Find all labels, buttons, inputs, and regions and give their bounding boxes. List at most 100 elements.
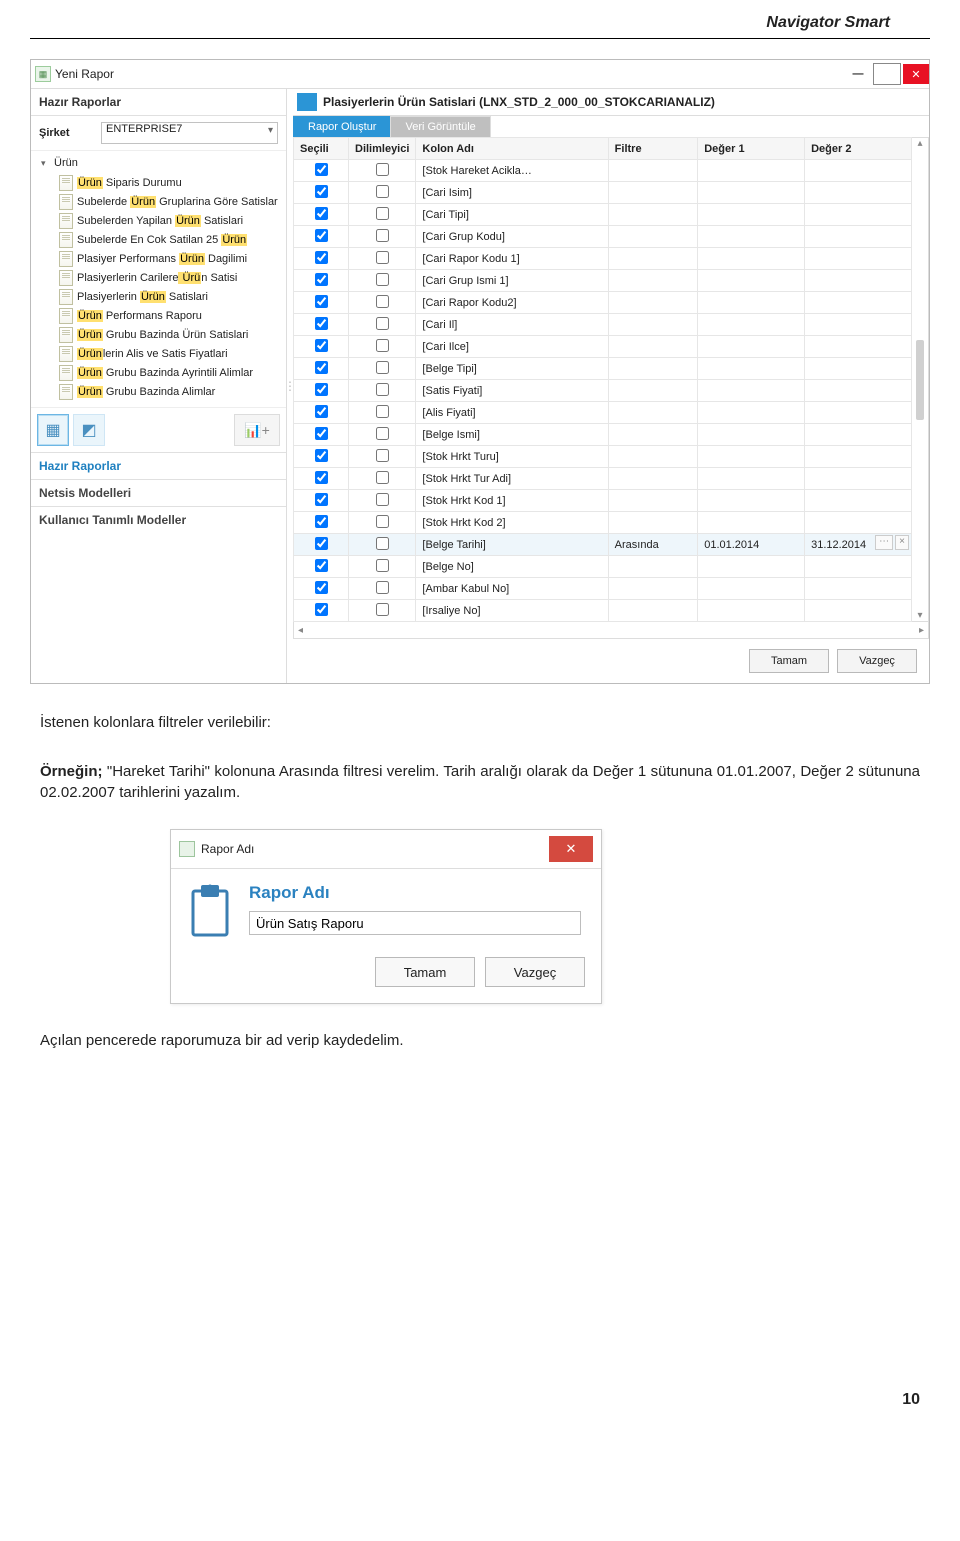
grid-row[interactable]: [Ambar Kabul No]: [294, 578, 912, 600]
filtre-cell[interactable]: [608, 490, 698, 512]
secili-checkbox[interactable]: [315, 229, 328, 242]
dialog-vazgec-button[interactable]: Vazgeç: [485, 957, 585, 987]
grid-row[interactable]: [Stok Hrkt Kod 1]: [294, 490, 912, 512]
deger2-cell[interactable]: [805, 336, 912, 358]
dilimleyici-checkbox[interactable]: [376, 559, 389, 572]
pivot-view-button[interactable]: ◩: [73, 414, 105, 446]
filtre-cell[interactable]: [608, 270, 698, 292]
deger2-cell[interactable]: [805, 556, 912, 578]
filtre-cell[interactable]: [608, 424, 698, 446]
deger1-cell[interactable]: [698, 182, 805, 204]
rapor-adi-input[interactable]: [249, 911, 581, 935]
deger2-cell[interactable]: [805, 270, 912, 292]
deger1-cell[interactable]: [698, 314, 805, 336]
deger1-cell[interactable]: [698, 446, 805, 468]
deger2-cell[interactable]: [805, 292, 912, 314]
accordion-kullanici[interactable]: Kullanıcı Tanımlı Modeller: [31, 507, 286, 533]
tree-item[interactable]: Ürünlerin Alis ve Satis Fiyatlari: [59, 344, 280, 363]
filtre-cell[interactable]: [608, 314, 698, 336]
secili-checkbox[interactable]: [315, 537, 328, 550]
deger1-cell[interactable]: [698, 160, 805, 182]
secili-checkbox[interactable]: [315, 493, 328, 506]
deger1-cell[interactable]: [698, 424, 805, 446]
dilimleyici-checkbox[interactable]: [376, 317, 389, 330]
grid-row[interactable]: [Cari Grup Ismi 1]: [294, 270, 912, 292]
deger2-cell[interactable]: [805, 160, 912, 182]
deger2-cell[interactable]: [805, 490, 912, 512]
deger2-cell[interactable]: [805, 600, 912, 622]
secili-checkbox[interactable]: [315, 383, 328, 396]
secili-checkbox[interactable]: [315, 515, 328, 528]
filtre-cell[interactable]: [608, 512, 698, 534]
tab-veri-goruntule[interactable]: Veri Görüntüle: [390, 116, 490, 137]
dilimleyici-checkbox[interactable]: [376, 383, 389, 396]
grid-row[interactable]: [Cari Isim]: [294, 182, 912, 204]
filtre-cell[interactable]: [608, 204, 698, 226]
deger2-cell[interactable]: [805, 446, 912, 468]
deger1-cell[interactable]: [698, 578, 805, 600]
grid-row[interactable]: [Cari Ilce]: [294, 336, 912, 358]
tree-item[interactable]: Subelerde En Cok Satilan 25 Ürün: [59, 230, 280, 249]
filtre-cell[interactable]: [608, 380, 698, 402]
tree-item[interactable]: Plasiyer Performans Ürün Dagilimi: [59, 249, 280, 268]
secili-checkbox[interactable]: [315, 471, 328, 484]
tree-item[interactable]: Ürün Performans Raporu: [59, 306, 280, 325]
deger2-cell[interactable]: [805, 512, 912, 534]
dilimleyici-checkbox[interactable]: [376, 603, 389, 616]
filtre-cell[interactable]: [608, 556, 698, 578]
deger1-cell[interactable]: [698, 336, 805, 358]
secili-checkbox[interactable]: [315, 405, 328, 418]
dilimleyici-checkbox[interactable]: [376, 493, 389, 506]
grid-row[interactable]: [Cari Il]: [294, 314, 912, 336]
vertical-scrollbar[interactable]: ▴▾: [912, 137, 929, 622]
deger2-cell[interactable]: [805, 424, 912, 446]
deger1-cell[interactable]: [698, 292, 805, 314]
secili-checkbox[interactable]: [315, 603, 328, 616]
deger2-cell[interactable]: [805, 380, 912, 402]
deger1-cell[interactable]: [698, 556, 805, 578]
tree-item[interactable]: Plasiyerlerin Carilere Ürün Satisi: [59, 268, 280, 287]
more-icon[interactable]: ⋯: [875, 535, 893, 550]
tamam-button[interactable]: Tamam: [749, 649, 829, 673]
filtre-cell[interactable]: [608, 226, 698, 248]
dilimleyici-checkbox[interactable]: [376, 339, 389, 352]
grid-row[interactable]: [Cari Grup Kodu]: [294, 226, 912, 248]
secili-checkbox[interactable]: [315, 339, 328, 352]
grid-row[interactable]: [Cari Tipi]: [294, 204, 912, 226]
dilimleyici-checkbox[interactable]: [376, 361, 389, 374]
vazgec-button[interactable]: Vazgeç: [837, 649, 917, 673]
grid-row[interactable]: [Stok Hareket Acikla…: [294, 160, 912, 182]
deger2-cell[interactable]: [805, 182, 912, 204]
secili-checkbox[interactable]: [315, 427, 328, 440]
deger2-cell[interactable]: [805, 402, 912, 424]
secili-checkbox[interactable]: [315, 361, 328, 374]
deger1-cell[interactable]: [698, 490, 805, 512]
deger1-cell[interactable]: [698, 468, 805, 490]
deger2-cell[interactable]: [805, 358, 912, 380]
deger2-cell[interactable]: [805, 248, 912, 270]
deger2-cell[interactable]: [805, 468, 912, 490]
grid-row[interactable]: [Belge Tipi]: [294, 358, 912, 380]
accordion-netsis[interactable]: Netsis Modelleri: [31, 480, 286, 507]
chart-add-button[interactable]: 📊+: [234, 414, 280, 446]
accordion-hazir[interactable]: Hazır Raporlar: [31, 452, 286, 480]
filtre-cell[interactable]: [608, 468, 698, 490]
dilimleyici-checkbox[interactable]: [376, 449, 389, 462]
tree-item[interactable]: Ürün Grubu Bazinda Ürün Satislari: [59, 325, 280, 344]
grid-row[interactable]: [Stok Hrkt Kod 2]: [294, 512, 912, 534]
secili-checkbox[interactable]: [315, 251, 328, 264]
deger1-cell[interactable]: [698, 226, 805, 248]
close-button[interactable]: ✕: [903, 64, 929, 84]
deger1-cell[interactable]: [698, 358, 805, 380]
grid-row[interactable]: [Belge Tarihi]Arasında01.01.201431.12.20…: [294, 534, 912, 556]
deger1-cell[interactable]: [698, 512, 805, 534]
grid-row[interactable]: [Cari Rapor Kodu 1]: [294, 248, 912, 270]
deger1-cell[interactable]: [698, 204, 805, 226]
filtre-cell[interactable]: [608, 182, 698, 204]
filtre-cell[interactable]: Arasında: [608, 534, 698, 556]
grid-view-button[interactable]: ▦: [37, 414, 69, 446]
dilimleyici-checkbox[interactable]: [376, 185, 389, 198]
secili-checkbox[interactable]: [315, 581, 328, 594]
secili-checkbox[interactable]: [315, 207, 328, 220]
filtre-cell[interactable]: [608, 358, 698, 380]
